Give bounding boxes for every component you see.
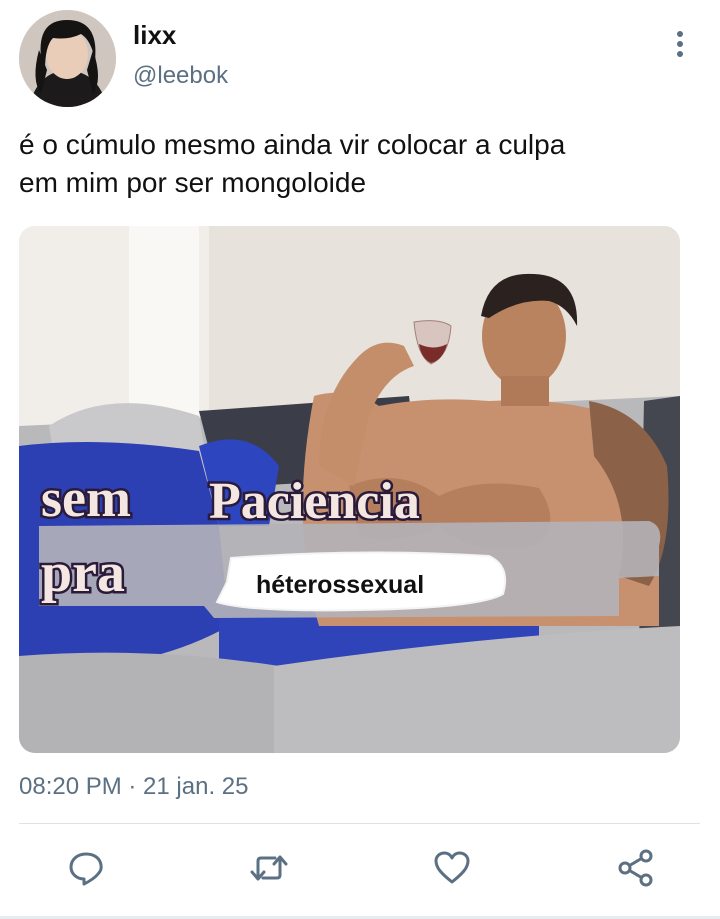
tweet-header: lixx @leebok bbox=[0, 0, 720, 110]
retweet-icon bbox=[250, 855, 288, 881]
share-icon bbox=[618, 849, 653, 887]
like-button[interactable] bbox=[432, 848, 472, 888]
divider bbox=[19, 823, 700, 824]
caption-paciencia: Paciencia bbox=[209, 473, 420, 530]
meme-image: sem Paciencia pra héterossexual bbox=[19, 226, 680, 753]
tweet-text-line: em mim por ser mongoloide bbox=[19, 167, 367, 198]
more-options-button[interactable] bbox=[664, 26, 696, 62]
caption-sem: sem bbox=[41, 468, 131, 528]
tweet-text-line: é o cúmulo mesmo ainda vir colocar a cul… bbox=[19, 129, 566, 160]
caption-pra: pra bbox=[41, 542, 125, 604]
tweet-media[interactable]: sem Paciencia pra héterossexual bbox=[19, 226, 680, 753]
display-name[interactable]: lixx bbox=[133, 20, 176, 51]
sticker-text: héterossexual bbox=[256, 571, 424, 599]
reply-icon bbox=[69, 852, 103, 886]
user-handle[interactable]: @leebok bbox=[133, 62, 228, 90]
avatar-photo bbox=[19, 10, 116, 107]
tweet-text: é o cúmulo mesmo ainda vir colocar a cul… bbox=[19, 126, 699, 202]
heart-icon bbox=[434, 851, 470, 884]
avatar[interactable] bbox=[19, 10, 116, 107]
retweet-button[interactable] bbox=[249, 848, 289, 888]
reply-button[interactable] bbox=[66, 848, 106, 888]
share-button[interactable] bbox=[616, 848, 656, 888]
more-vertical-icon bbox=[677, 31, 683, 57]
tweet-timestamp[interactable]: 08:20 PM · 21 jan. 25 bbox=[19, 773, 248, 801]
